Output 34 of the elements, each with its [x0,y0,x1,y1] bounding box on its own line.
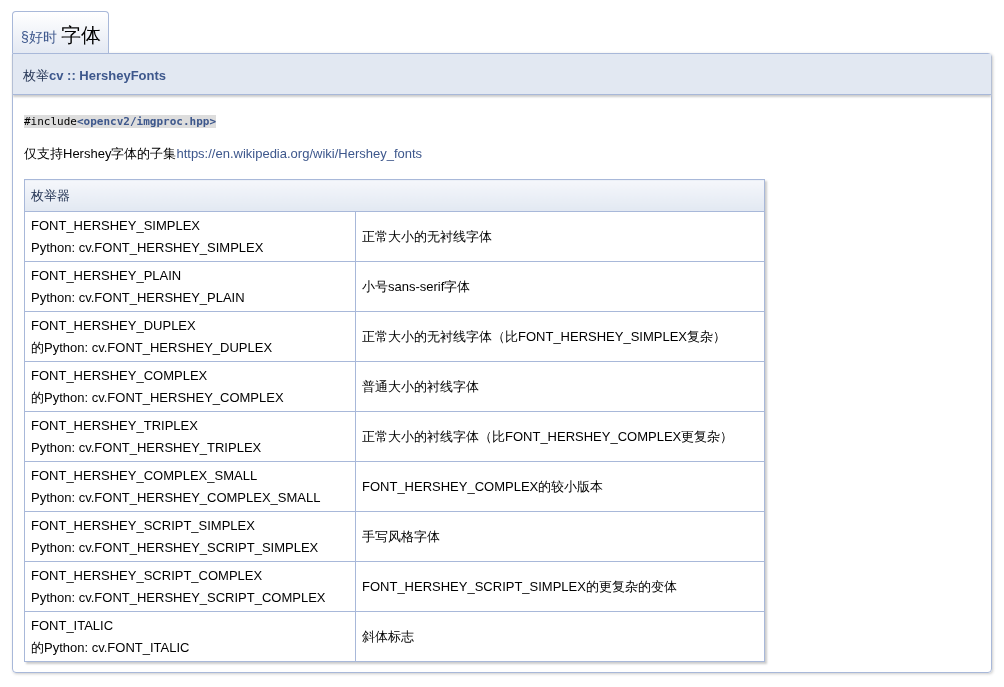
table-heading: 枚举器 [31,186,70,205]
python-name: 的Python: cv.FONT_ITALIC [31,638,190,657]
python-name: 的Python: cv.FONT_HERSHEY_COMPLEX [31,388,284,407]
enum-description: 手写风格字体 [362,527,440,546]
enum-name: FONT_HERSHEY_TRIPLEX [31,416,198,435]
header-file-link[interactable]: <opencv2/imgproc.hpp> [77,115,217,128]
enum-name: FONT_HERSHEY_SCRIPT_COMPLEX [31,566,263,585]
enum-description: 正常大小的衬线字体（比FONT_HERSHEY_COMPLEX更复杂） [362,427,734,446]
python-name: Python: cv.FONT_HERSHEY_COMPLEX_SMALL [31,488,321,507]
section-tab[interactable]: §好时 字体 [12,11,109,53]
enum-name: FONT_ITALIC [31,616,114,635]
wikipedia-link[interactable]: https://en.wikipedia.org/wiki/Hershey_fonts [176,146,423,161]
python-name: Python: cv.FONT_HERSHEY_SCRIPT_COMPLEX [31,588,326,607]
description-text: 仅支持Hershey字体的子集https://en.wikipedia.org/wiki/Hershey_fonts [24,145,424,163]
enum-name: FONT_HERSHEY_SCRIPT_SIMPLEX [31,516,255,535]
enum-name: FONT_HERSHEY_SIMPLEX [31,216,201,235]
enum-name: FONT_HERSHEY_DUPLEX [31,316,196,335]
python-name: Python: cv.FONT_HERSHEY_SCRIPT_SIMPLEX [31,538,319,557]
python-name: Python: cv.FONT_HERSHEY_SIMPLEX [31,238,264,257]
enum-description: 斜体标志 [362,627,414,646]
enum-description: 小号sans-serif字体 [362,277,471,296]
enum-description: FONT_HERSHEY_COMPLEX的较小版本 [362,477,604,496]
enum-description: 正常大小的无衬线字体 [362,227,492,246]
include-directive: #include [24,115,77,128]
python-name: Python: cv.FONT_HERSHEY_PLAIN [31,288,245,307]
enum-description: 正常大小的无衬线字体（比FONT_HERSHEY_SIMPLEX复杂） [362,327,727,346]
enum-name: FONT_HERSHEY_COMPLEX_SMALL [31,466,258,485]
enum-name: FONT_HERSHEY_COMPLEX [31,366,208,385]
enum-title-bar: 枚举cv :: HersheyFonts [13,54,991,95]
enum-description: FONT_HERSHEY_SCRIPT_SIMPLEX的更复杂的变体 [362,577,677,596]
python-name: 的Python: cv.FONT_HERSHEY_DUPLEX [31,338,273,357]
python-name: Python: cv.FONT_HERSHEY_TRIPLEX [31,438,262,457]
enum-description: 普通大小的衬线字体 [362,377,479,396]
enum-name: FONT_HERSHEY_PLAIN [31,266,182,285]
